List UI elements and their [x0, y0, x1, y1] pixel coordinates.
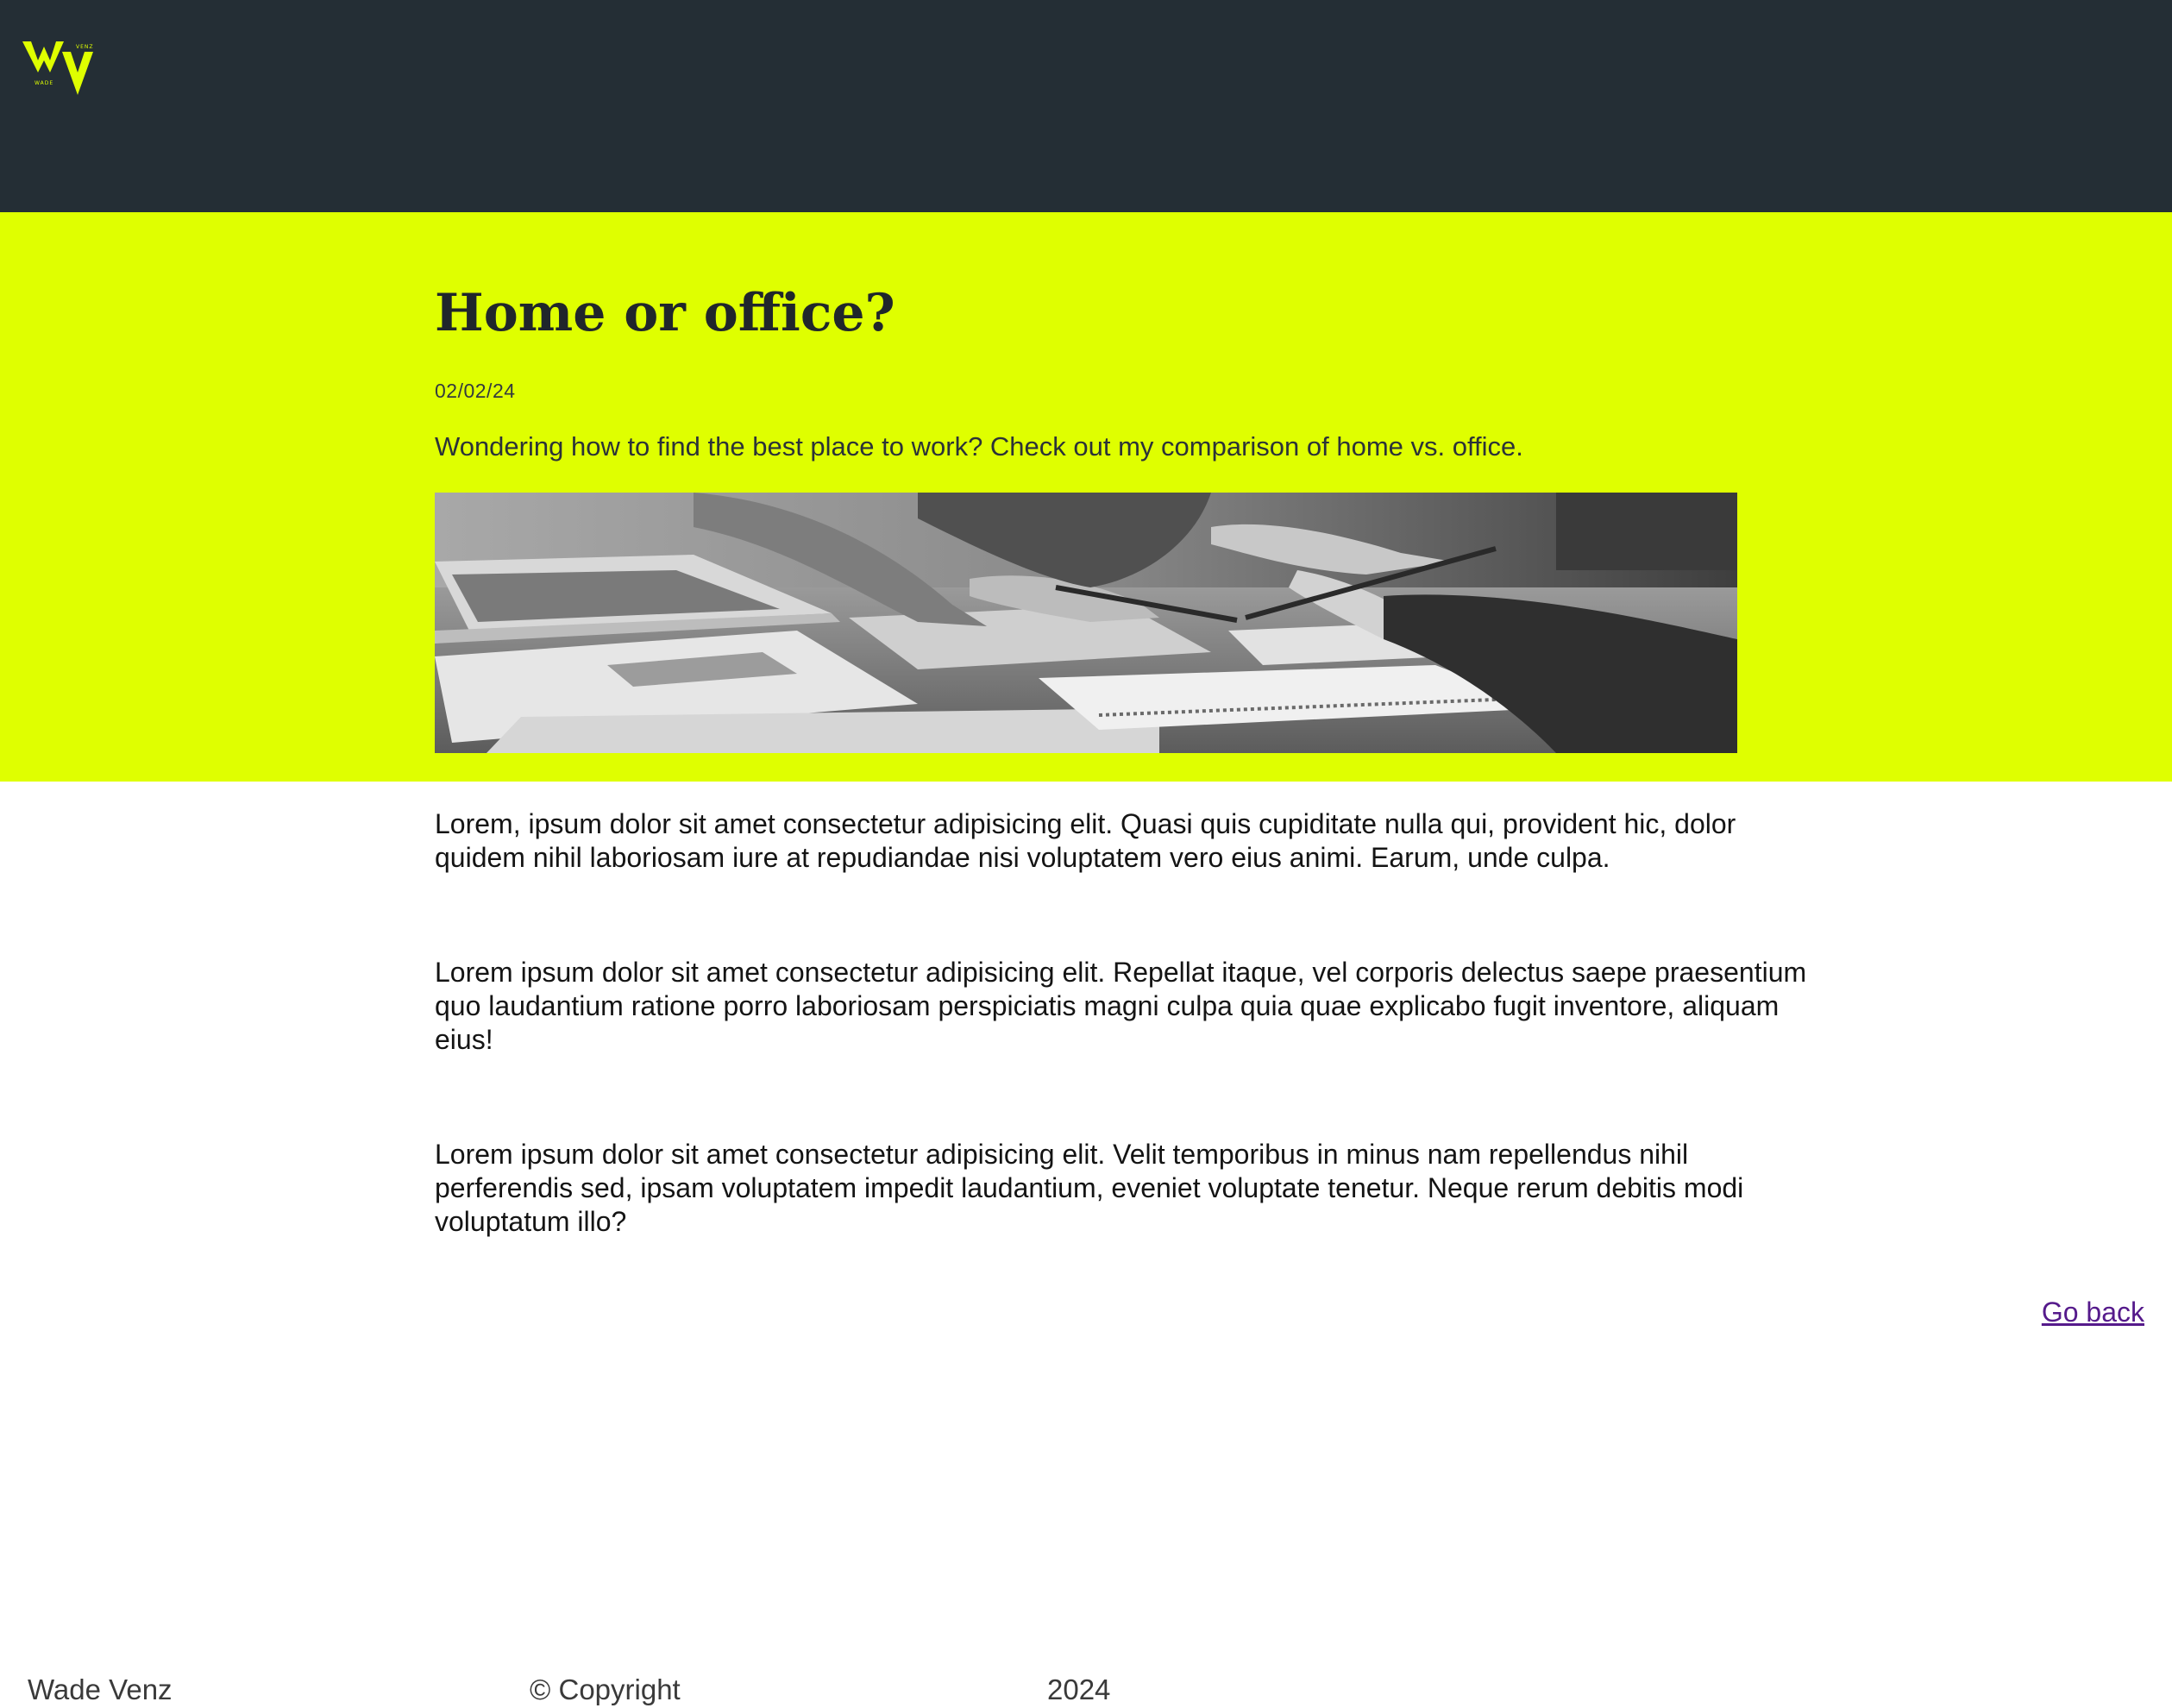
go-back-link[interactable]: Go back — [2042, 1297, 2144, 1328]
footer-copyright: © Copyright — [530, 1673, 681, 1705]
logo-bottom-text: WADE — [35, 80, 53, 86]
site-header: VENZ WADE — [0, 0, 2172, 212]
logo-w-shape — [22, 41, 64, 72]
hero-image — [435, 493, 1737, 753]
article-paragraph: Lorem ipsum dolor sit amet consectetur a… — [435, 1139, 1744, 1237]
article-paragraph: Lorem, ipsum dolor sit amet consectetur … — [435, 808, 1736, 873]
post-title: Home or office? — [435, 283, 895, 343]
logo-v-shape — [62, 52, 93, 95]
post-date: 02/02/24 — [435, 380, 516, 402]
wade-venz-logo[interactable]: VENZ WADE — [21, 35, 104, 97]
post-hero: Home or office? 02/02/24 Wondering how t… — [0, 212, 2172, 782]
post-lead: Wondering how to find the best place to … — [435, 431, 1523, 462]
footer-author-name: Wade Venz — [28, 1673, 173, 1705]
footer-year: 2024 — [1047, 1673, 1111, 1705]
site-footer: Wade Venz © Copyright 2024 — [0, 1673, 2172, 1708]
logo-top-text: VENZ — [76, 44, 94, 50]
article-body: Lorem, ipsum dolor sit amet consectetur … — [435, 807, 1832, 1320]
page: VENZ WADE Home or office? 02/02/24 Wonde… — [0, 0, 2172, 1708]
article-paragraph: Lorem ipsum dolor sit amet consectetur a… — [435, 957, 1807, 1055]
